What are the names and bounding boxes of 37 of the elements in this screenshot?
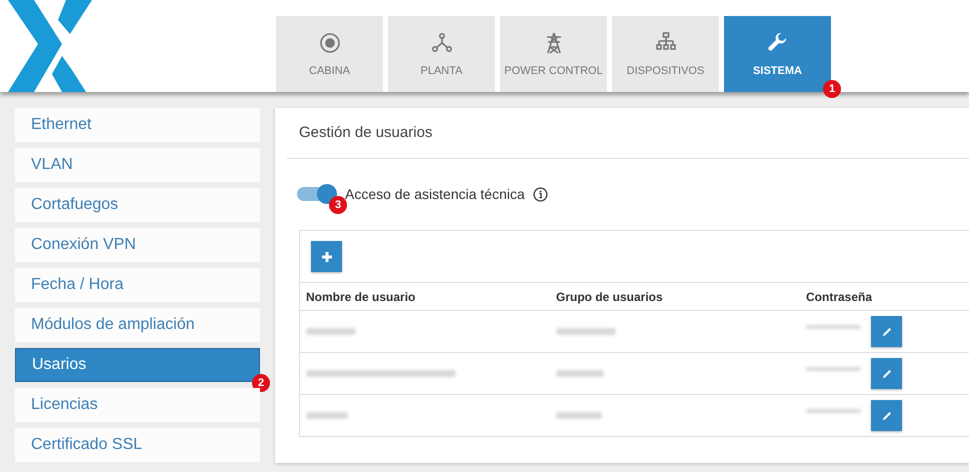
- sidebar-item[interactable]: Ethernet: [15, 108, 260, 142]
- nav-tab[interactable]: CABINA: [276, 16, 383, 92]
- nodes-icon: [430, 31, 454, 55]
- sidebar-item[interactable]: Usarios: [15, 348, 260, 382]
- toggle-label: Acceso de asistencia técnica: [345, 186, 525, 202]
- toggle-switch[interactable]: [297, 184, 337, 204]
- nav-tab[interactable]: POWER CONTROL: [500, 16, 607, 92]
- edit-button[interactable]: [871, 316, 902, 347]
- info-icon: [532, 186, 548, 202]
- redacted-text: [556, 412, 602, 419]
- pencil-icon: [880, 368, 892, 380]
- nav-tab[interactable]: SISTEMA: [724, 16, 831, 92]
- sidebar-item[interactable]: Fecha / Hora: [15, 268, 260, 302]
- sidebar-item[interactable]: Conexión VPN: [15, 228, 260, 262]
- redacted-text: [556, 370, 604, 377]
- edit-button[interactable]: [871, 400, 902, 431]
- nav-tab[interactable]: DISPOSITIVOS: [612, 16, 719, 92]
- plus-icon: [320, 250, 332, 262]
- column-header: Grupo de usuarios: [556, 290, 664, 304]
- sidebar-item[interactable]: Módulos de ampliación: [15, 308, 260, 342]
- sidebar-item[interactable]: Licencias: [15, 388, 260, 422]
- pencil-icon: [880, 410, 892, 422]
- redacted-text: [306, 412, 348, 419]
- column-header: Nombre de usuario: [306, 290, 416, 304]
- column-header: Contraseña: [806, 290, 874, 304]
- target-icon: [318, 31, 342, 55]
- sidebar-item[interactable]: Cortafuegos: [15, 188, 260, 222]
- sidebar-item[interactable]: VLAN: [15, 148, 260, 182]
- sidebar-item[interactable]: Certificado SSL: [15, 428, 260, 462]
- nav-tab[interactable]: PLANTA: [388, 16, 495, 92]
- redacted-text: [556, 328, 616, 335]
- pencil-icon: [880, 326, 892, 338]
- redacted-text: [306, 328, 356, 335]
- edit-button[interactable]: [871, 358, 902, 389]
- panel-title: Gestión de usuarios: [287, 108, 969, 159]
- step-badge: 1: [823, 80, 841, 98]
- add-button[interactable]: [311, 241, 342, 272]
